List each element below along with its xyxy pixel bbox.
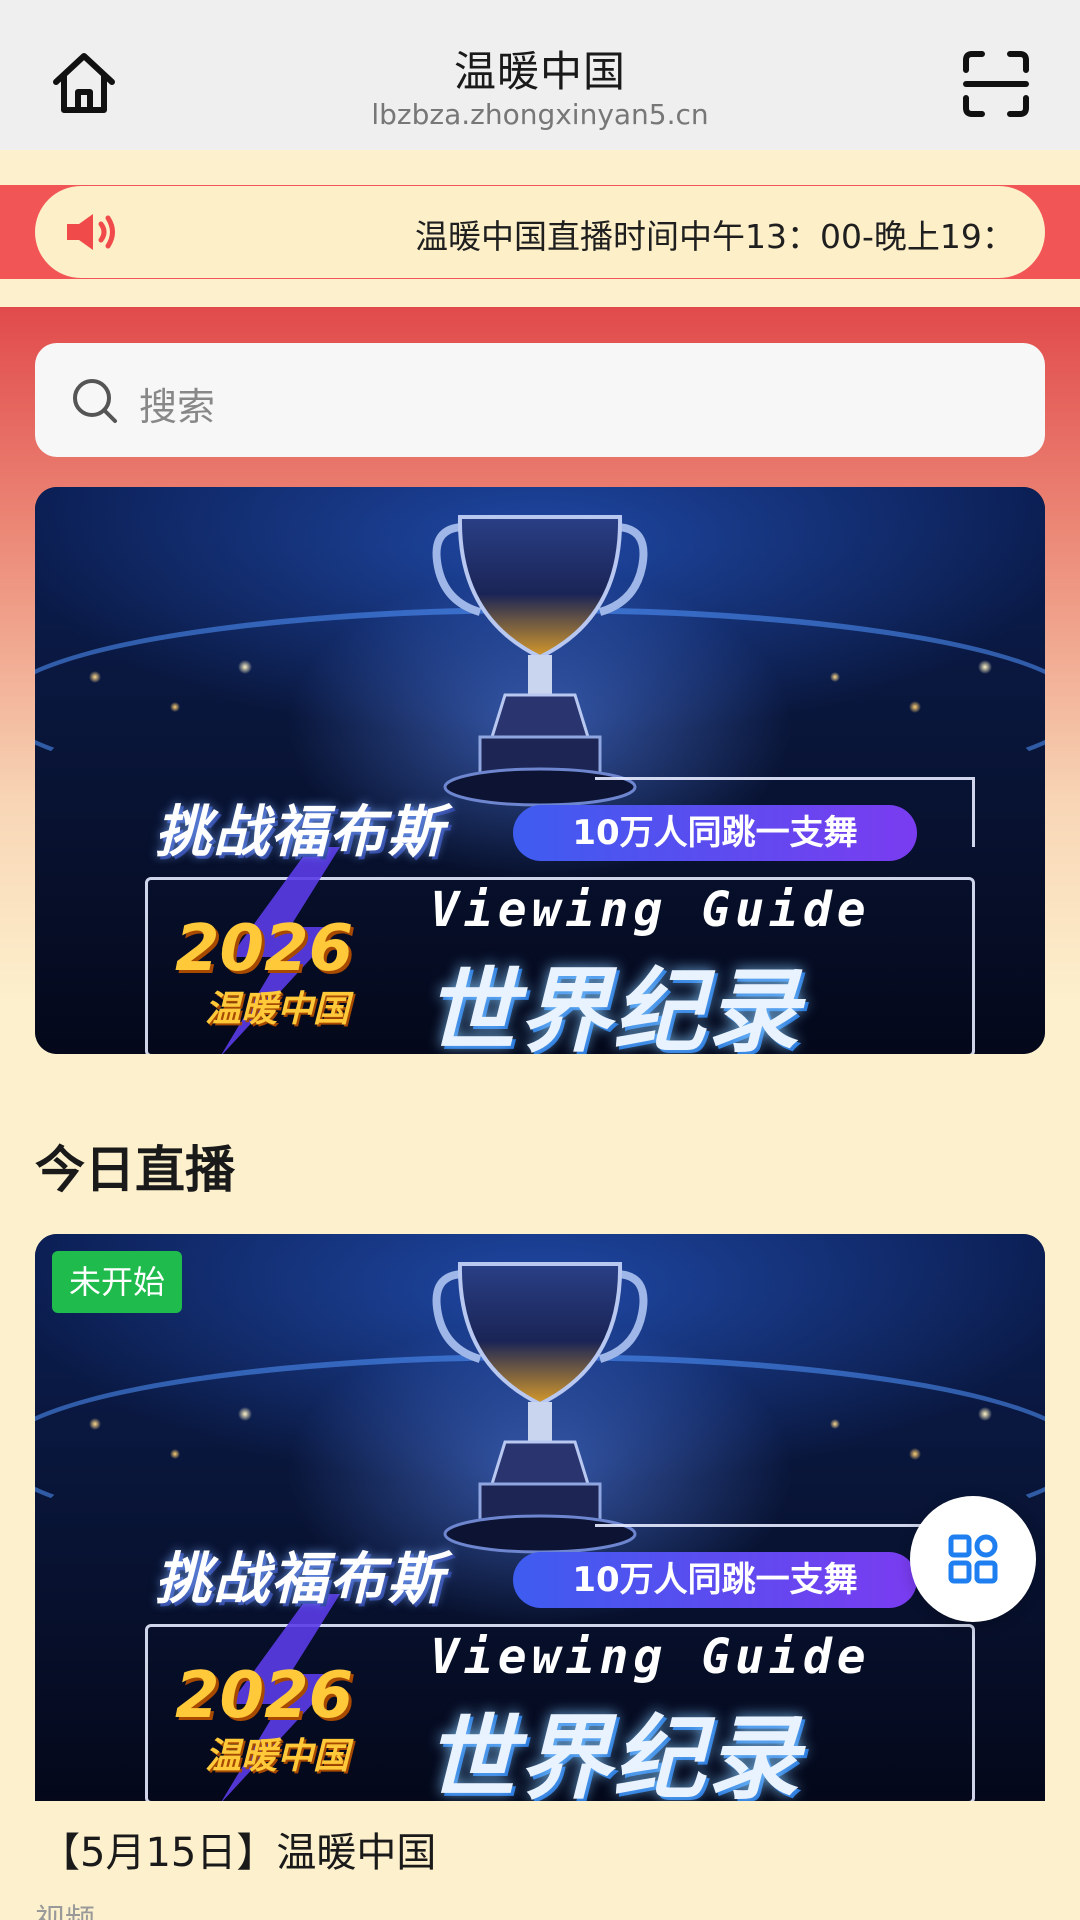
- live-item-thumbnail[interactable]: 未开始 挑战福布斯 10万人同跳一支舞 Viewing Guide 2026 温…: [35, 1234, 1045, 1801]
- hero-banner[interactable]: 挑战福布斯 10万人同跳一支舞 Viewing Guide 2026 温暖中国 …: [35, 487, 1045, 1054]
- banner-artwork: 挑战福布斯 10万人同跳一支舞 Viewing Guide 2026 温暖中国 …: [35, 487, 1045, 1054]
- banner-world-record: 世界纪录: [425, 958, 802, 1054]
- banner-brand: 温暖中国: [205, 989, 350, 1030]
- banner-pill-text: 10万人同跳一支舞: [513, 1552, 917, 1608]
- search-input[interactable]: 搜索: [35, 343, 1045, 457]
- app-root: 温暖中国 lbzbza.zhongxinyan5.cn 温暖中国直播时间中午13…: [0, 0, 1080, 1920]
- trophy-icon: [432, 515, 648, 807]
- banner-challenge-text: 挑战福布斯: [155, 1547, 445, 1612]
- banner-year: 2026: [175, 912, 354, 986]
- section-title-today-live: 今日直播: [35, 1141, 235, 1199]
- banner-brand: 温暖中国: [205, 1736, 350, 1777]
- banner-pill-text: 10万人同跳一支舞: [513, 805, 917, 861]
- apps-floating-button[interactable]: [910, 1496, 1036, 1622]
- live-item-artwork: 挑战福布斯 10万人同跳一支舞 Viewing Guide 2026 温暖中国 …: [35, 1234, 1045, 1801]
- scan-icon[interactable]: [962, 50, 1030, 118]
- speaker-icon: [67, 214, 115, 250]
- page-title: 温暖中国: [453, 47, 626, 96]
- live-item-type: 视频: [35, 1895, 95, 1920]
- banner-viewing-guide: Viewing Guide: [430, 882, 871, 938]
- status-badge: 未开始: [52, 1251, 182, 1313]
- search-icon: [73, 379, 117, 423]
- notice-text: 温暖中国直播时间中午13：00-晚上19：: [415, 217, 1015, 256]
- banner-viewing-guide: Viewing Guide: [430, 1629, 871, 1685]
- page-url: lbzbza.zhongxinyan5.cn: [371, 98, 709, 131]
- trophy-icon: [432, 1262, 648, 1554]
- banner-challenge-text: 挑战福布斯: [155, 800, 445, 865]
- grid-apps-icon: [948, 1534, 998, 1584]
- banner-world-record: 世界纪录: [425, 1705, 802, 1801]
- live-item-title[interactable]: 【5月15日】温暖中国: [40, 1820, 436, 1878]
- search-placeholder: 搜索: [139, 385, 216, 429]
- banner-year: 2026: [175, 1659, 354, 1733]
- top-bar: 温暖中国 lbzbza.zhongxinyan5.cn: [0, 0, 1080, 150]
- notice-bar[interactable]: 温暖中国直播时间中午13：00-晚上19：: [35, 186, 1045, 278]
